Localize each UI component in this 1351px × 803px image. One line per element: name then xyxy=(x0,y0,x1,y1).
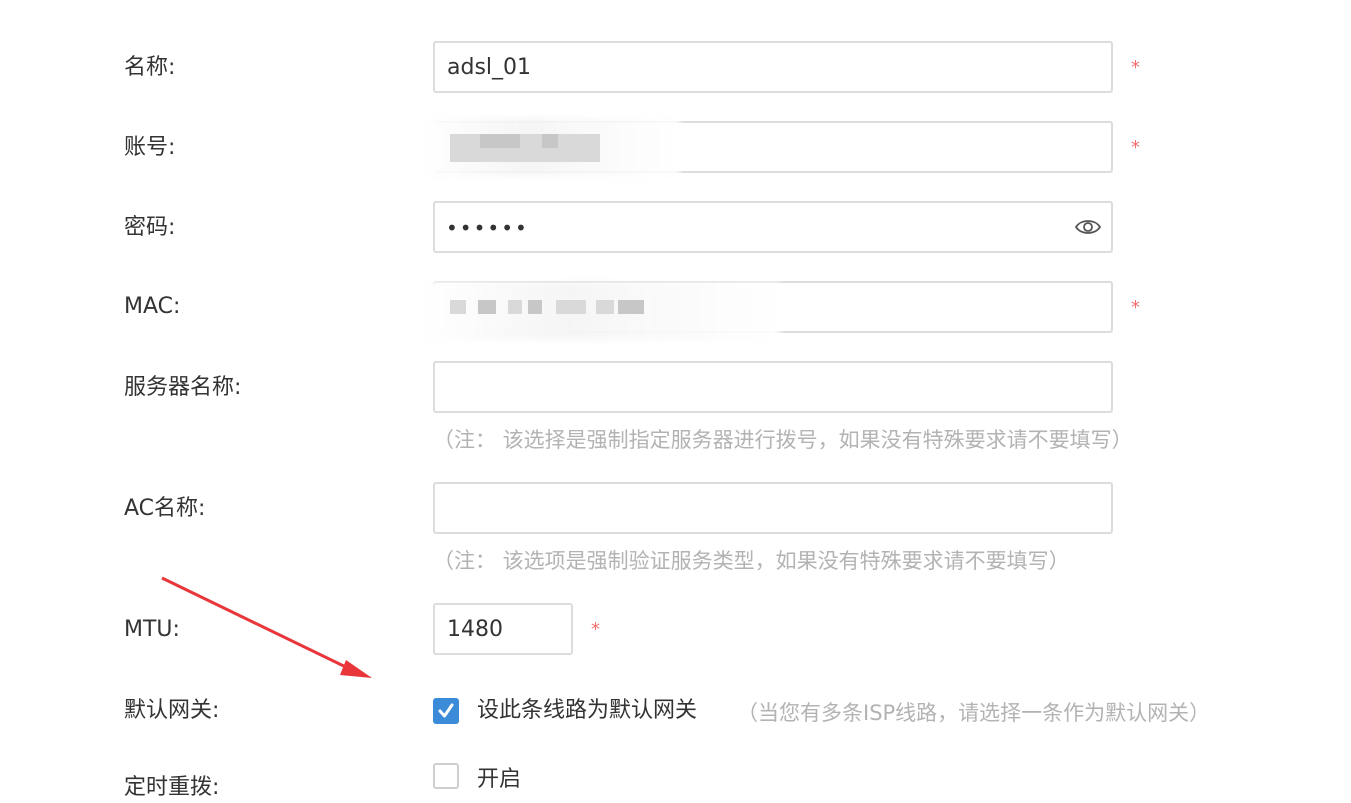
mtu-label: MTU: xyxy=(124,617,180,642)
scheduled-redial-checkbox-label[interactable]: 开启 xyxy=(477,765,521,795)
server-name-label: 服务器名称: xyxy=(124,375,242,400)
account-redaction-pixel xyxy=(450,134,480,148)
mtu-required-mark: * xyxy=(591,619,600,640)
name-required-mark: * xyxy=(1131,57,1140,78)
default-gateway-label: 默认网关: xyxy=(124,698,220,723)
account-redaction-pixel xyxy=(542,134,558,148)
mac-label: MAC: xyxy=(124,294,181,319)
ac-name-input[interactable] xyxy=(433,482,1113,534)
mac-required-mark: * xyxy=(1131,297,1140,318)
account-redaction-pixel xyxy=(480,134,520,148)
default-gateway-hint: （当您有多条ISP线路，请选择一条作为默认网关） xyxy=(737,701,1211,725)
mtu-input[interactable] xyxy=(433,603,573,655)
server-name-hint: （注： 该选择是强制指定服务器进行拨号，如果没有特殊要求请不要填写） xyxy=(433,428,1133,452)
mac-redaction-pixel xyxy=(556,300,586,314)
eye-icon[interactable] xyxy=(1074,214,1102,240)
default-gateway-checkbox[interactable] xyxy=(433,698,459,724)
ac-name-label: AC名称: xyxy=(124,496,206,521)
password-input[interactable] xyxy=(433,201,1113,253)
password-label: 密码: xyxy=(124,215,176,240)
name-label: 名称: xyxy=(124,55,176,80)
default-gateway-checkbox-label[interactable]: 设此条线路为默认网关 xyxy=(477,696,697,726)
scheduled-redial-label: 定时重拨: xyxy=(124,775,220,800)
server-name-input[interactable] xyxy=(433,361,1113,413)
ac-name-hint: （注： 该选项是强制验证服务类型，如果没有特殊要求请不要填写） xyxy=(433,549,1070,573)
account-label: 账号: xyxy=(124,135,176,160)
mac-redaction-pixel xyxy=(508,300,522,314)
account-redaction-pixel xyxy=(450,148,600,162)
scheduled-redial-checkbox[interactable] xyxy=(433,763,459,789)
mac-redaction-pixel xyxy=(450,300,466,314)
name-input[interactable] xyxy=(433,41,1113,93)
account-redaction-pixel xyxy=(558,134,600,148)
account-redaction-pixel xyxy=(520,134,542,148)
mac-redaction-pixel xyxy=(528,300,542,314)
mac-redaction-pixel xyxy=(596,300,614,314)
mac-redaction-pixel xyxy=(618,300,644,314)
mac-redaction-pixel xyxy=(478,300,496,314)
password-masked-value: •••••• xyxy=(446,216,529,240)
account-required-mark: * xyxy=(1131,137,1140,158)
check-icon xyxy=(438,703,454,718)
